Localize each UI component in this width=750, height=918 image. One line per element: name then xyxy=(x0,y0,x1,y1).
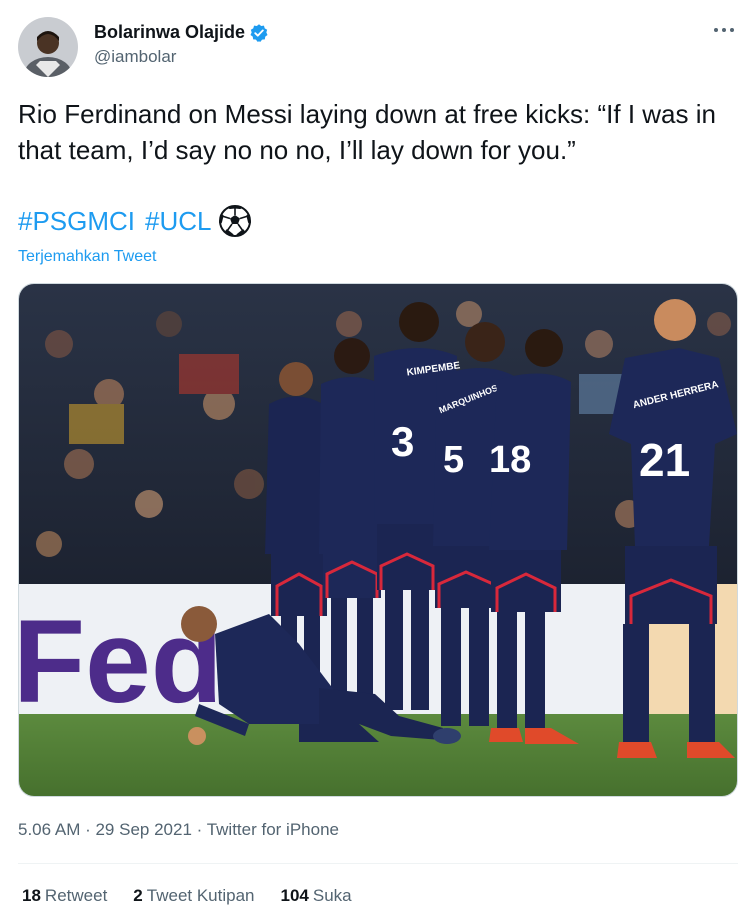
soccer-ball-icon xyxy=(218,205,251,237)
verified-badge-icon xyxy=(250,23,268,42)
shirt-number-21: 21 xyxy=(639,434,690,486)
tweet-header: Bolarinwa Olajide @iambolar xyxy=(18,17,738,79)
hashtag-psgmci[interactable]: #PSGMCI xyxy=(18,204,135,238)
avatar[interactable] xyxy=(18,17,78,77)
more-options-icon[interactable] xyxy=(712,23,736,37)
shirt-number-18: 18 xyxy=(489,439,531,481)
hashtags: #PSGMCI #UCL xyxy=(18,204,252,238)
likes-count: 104 xyxy=(280,886,309,905)
tweet-photo[interactable]: Fed KIMPEMBE 3 MARQUINHOS 5 18 ANDER HER… xyxy=(18,283,738,797)
quotes-label: Tweet Kutipan xyxy=(146,886,255,905)
tweet-stats: 18 Retweet 2 Tweet Kutipan 104 Suka xyxy=(22,886,378,906)
likes-label: Suka xyxy=(312,886,352,905)
shirt-number-5: 5 xyxy=(443,439,464,481)
tweet-timestamp[interactable]: 5.06 AM · 29 Sep 2021 · Twitter for iPho… xyxy=(18,820,339,840)
likes-stat[interactable]: 104 Suka xyxy=(281,886,352,906)
tweet-text: Rio Ferdinand on Messi laying down at fr… xyxy=(18,99,716,165)
author-name-text[interactable]: Bolarinwa Olajide xyxy=(94,22,245,43)
photo-scene: Fed KIMPEMBE 3 MARQUINHOS 5 18 ANDER HER… xyxy=(19,284,737,796)
hashtag-ucl[interactable]: #UCL xyxy=(145,204,211,238)
author-name[interactable]: Bolarinwa Olajide xyxy=(94,22,269,43)
retweets-label: Retweet xyxy=(44,886,108,905)
divider xyxy=(18,863,738,864)
retweets-count: 18 xyxy=(22,886,41,905)
quotes-count: 2 xyxy=(133,886,143,905)
quote-tweets-stat[interactable]: 2 Tweet Kutipan xyxy=(133,886,254,906)
author-handle[interactable]: @iambolar xyxy=(94,47,269,67)
retweets-stat[interactable]: 18 Retweet xyxy=(22,886,107,906)
shirt-number-3: 3 xyxy=(391,418,414,465)
translate-tweet-link[interactable]: Terjemahkan Tweet xyxy=(18,248,156,266)
